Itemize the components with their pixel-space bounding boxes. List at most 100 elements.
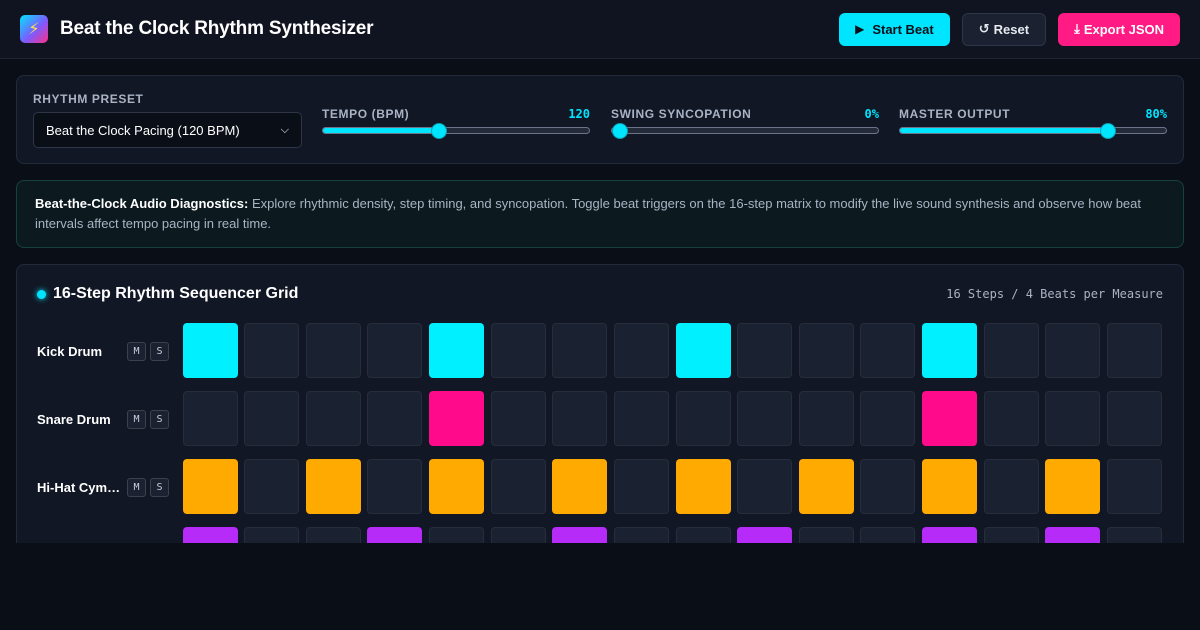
step-cell[interactable] [1107, 323, 1162, 378]
step-cell[interactable] [244, 323, 299, 378]
step-cell-active[interactable] [922, 459, 977, 514]
step-cell[interactable] [367, 459, 422, 514]
swing-slider[interactable] [611, 122, 879, 139]
step-cell[interactable] [860, 391, 915, 446]
preset-select[interactable]: Beat the Clock Pacing (120 BPM) ⌵ [33, 112, 302, 148]
step-cell[interactable] [244, 527, 299, 543]
step-cell[interactable] [491, 527, 546, 543]
reset-icon: ↺ [978, 21, 990, 36]
master-slider-fill [900, 128, 1113, 133]
step-cell-active[interactable] [429, 391, 484, 446]
track-row: Snare Drum M S [37, 391, 1167, 447]
step-cell-active[interactable] [922, 527, 977, 543]
track-name: Hi-Hat Cym… [37, 479, 121, 495]
step-cell[interactable] [183, 391, 238, 446]
step-cell[interactable] [984, 323, 1039, 378]
step-cell[interactable] [614, 391, 669, 446]
export-json-label: Export JSON [1083, 21, 1164, 37]
step-cell[interactable] [860, 323, 915, 378]
swing-value: 0% [864, 107, 879, 121]
step-cell-active[interactable] [922, 391, 977, 446]
step-cell[interactable] [1107, 459, 1162, 514]
mute-button[interactable]: M [127, 410, 146, 429]
step-cell[interactable] [491, 391, 546, 446]
reset-button[interactable]: ↺ Reset [961, 12, 1047, 46]
export-json-button[interactable]: ⤓ Export JSON [1058, 12, 1180, 46]
download-icon: ⤓ [1074, 21, 1080, 36]
step-cell[interactable] [306, 391, 361, 446]
step-cell[interactable] [306, 527, 361, 543]
step-cell[interactable] [1107, 391, 1162, 446]
step-cell-active[interactable] [183, 527, 238, 543]
step-cell-active[interactable] [429, 459, 484, 514]
step-cell[interactable] [552, 323, 607, 378]
tempo-slider-thumb[interactable] [430, 122, 447, 139]
swing-slider-thumb[interactable] [612, 122, 628, 139]
mute-button[interactable]: M [127, 478, 146, 497]
master-slider-thumb[interactable] [1100, 122, 1116, 139]
step-cell-active[interactable] [306, 459, 361, 514]
step-cell[interactable] [614, 459, 669, 514]
step-cell-active[interactable] [1045, 459, 1100, 514]
step-cell[interactable] [676, 391, 731, 446]
track-name [37, 527, 123, 543]
step-cell-active[interactable] [552, 459, 607, 514]
step-cell[interactable] [1045, 323, 1100, 378]
start-beat-label: Start Beat [872, 21, 934, 37]
step-cell-active[interactable] [183, 323, 238, 378]
step-cell-active[interactable] [552, 527, 607, 543]
step-cell[interactable] [491, 459, 546, 514]
step-cell-active[interactable] [183, 459, 238, 514]
tempo-label: TEMPO (BPM) [322, 107, 410, 121]
step-cell[interactable] [799, 391, 854, 446]
track-row: MS [37, 527, 1167, 543]
step-cell[interactable] [737, 391, 792, 446]
mute-button[interactable]: M [127, 342, 146, 361]
step-cell[interactable] [306, 323, 361, 378]
lightning-icon: ⚡ [20, 15, 48, 43]
master-slider[interactable] [899, 122, 1167, 139]
tempo-slider[interactable] [322, 122, 590, 139]
step-cell-active[interactable] [429, 323, 484, 378]
track-row: Kick Drum M S [37, 323, 1167, 379]
step-cell[interactable] [367, 323, 422, 378]
step-cell[interactable] [984, 459, 1039, 514]
status-dot-icon [37, 289, 46, 299]
step-cell-active[interactable] [367, 527, 422, 543]
step-cell[interactable] [676, 527, 731, 543]
step-cell[interactable] [367, 391, 422, 446]
step-cell-active[interactable] [1045, 527, 1100, 543]
master-value: 80% [1145, 107, 1167, 121]
preset-label: RHYTHM PRESET [33, 92, 144, 106]
step-cell[interactable] [552, 391, 607, 446]
step-cell-active[interactable] [799, 459, 854, 514]
step-cell[interactable] [860, 459, 915, 514]
solo-button[interactable]: S [150, 478, 169, 497]
track-name: Kick Drum [37, 343, 103, 359]
solo-button[interactable]: S [150, 410, 169, 429]
step-cell[interactable] [614, 527, 669, 543]
step-cell[interactable] [244, 459, 299, 514]
step-cell-active[interactable] [676, 459, 731, 514]
step-cell[interactable] [1107, 527, 1162, 543]
track-name: Snare Drum [37, 411, 111, 427]
step-cell[interactable] [737, 323, 792, 378]
step-cell-active[interactable] [737, 527, 792, 543]
start-beat-button[interactable]: ▶ Start Beat [839, 12, 950, 46]
chevron-down-icon: ⌵ [280, 123, 289, 136]
step-cell[interactable] [244, 391, 299, 446]
step-cell[interactable] [491, 323, 546, 378]
step-cell-active[interactable] [676, 323, 731, 378]
step-cell[interactable] [799, 323, 854, 378]
step-cell[interactable] [984, 391, 1039, 446]
step-cell[interactable] [737, 459, 792, 514]
step-cell[interactable] [860, 527, 915, 543]
step-cell[interactable] [1045, 391, 1100, 446]
step-cell[interactable] [984, 527, 1039, 543]
step-cell[interactable] [429, 527, 484, 543]
step-cell-active[interactable] [922, 323, 977, 378]
solo-button[interactable]: S [150, 342, 169, 361]
info-banner: Beat-the-Clock Audio Diagnostics: Explor… [16, 180, 1184, 248]
step-cell[interactable] [799, 527, 854, 543]
step-cell[interactable] [614, 323, 669, 378]
